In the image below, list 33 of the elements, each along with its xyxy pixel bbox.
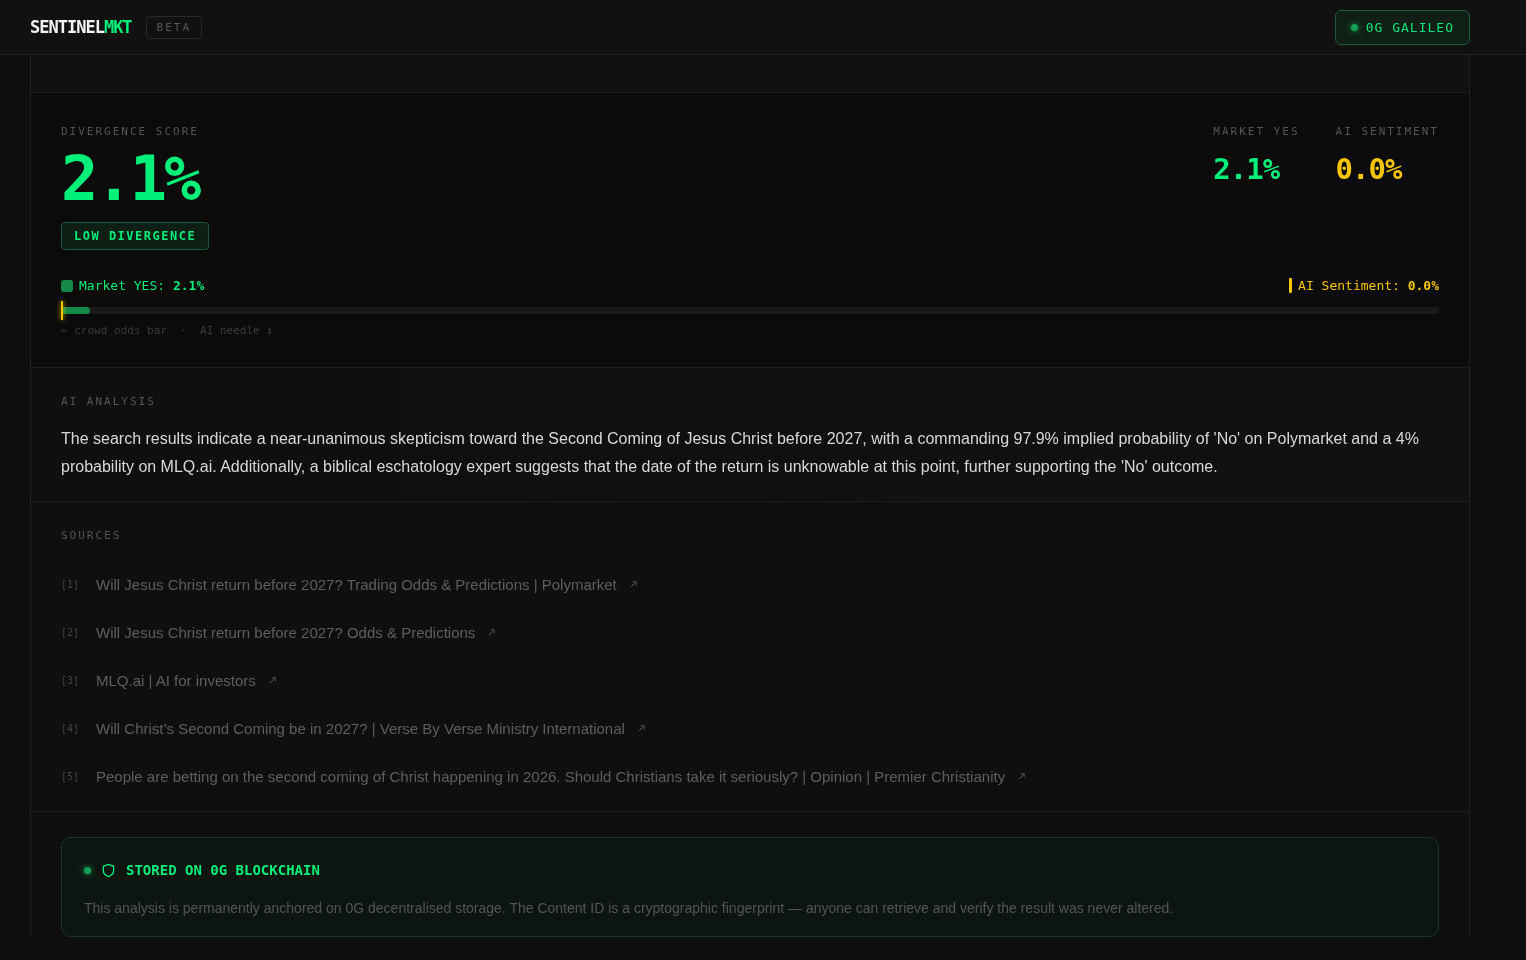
analysis-text: The search results indicate a near-unanimous skepticism toward the Second Coming of Jesus Christ before 2027, with a commanding 97.9% implied probability of 'No' on Polymarket and a 4% probability on MLQ.ai. Additionally, a biblical eschatology expert suggests that the date of the return is unknowable at this point, further supporting the 'No' outcome. [61,429,1420,477]
market-legend-icon [61,279,73,292]
external-link-icon [487,628,497,637]
logo[interactable]: SENTINELMKT [30,17,132,37]
stat-label: AI SENTIMENT [1335,125,1439,138]
stat-label: MARKET YES [1213,125,1300,138]
ai-legend: AI Sentiment: 0.0% [1298,278,1439,293]
network-name: 0G GALILEO [1365,19,1454,35]
stat-value: 2.1% [1213,152,1281,186]
status-dot-icon [1350,23,1358,31]
storage-text: This analysis is permanently anchored on 0G decentralised storage. The Content ID is a cryptographic fingerprint — anyone can retrieve and verify the result was never altered. [84,900,1175,916]
divergence-score: 2.1% [61,148,201,210]
external-link-icon [636,724,646,733]
source-link[interactable]: Will Christ’s Second Coming be in 2027? | Verse By Verse Ministry International [96,720,625,737]
source-link[interactable]: MLQ.ai | AI for investors [96,672,256,689]
source-link[interactable]: Will Jesus Christ return before 2027? Trading Odds & Predictions | Polymarket [96,576,617,593]
status-dot-icon [84,866,91,874]
market-legend: Market YES: 2.1% [79,278,205,293]
external-link-icon [628,580,638,589]
source-link[interactable]: Will Jesus Christ return before 2027? Odds & Predictions [96,624,476,641]
stat-value: 0.0% [1335,152,1403,186]
beta-badge: BETA [145,15,203,39]
section-label: SOURCES [61,529,123,542]
network-badge[interactable]: 0G GALILEO [1334,9,1470,45]
external-link-icon [267,676,277,685]
ai-legend-icon [1289,278,1293,293]
source-link[interactable]: People are betting on the second coming of Christ happening in 2026. Should Christians take it seriously? | Opinion | Premier Christianity [96,768,1006,785]
shield-icon [101,862,116,878]
section-label: DIVERGENCE SCORE [61,125,200,138]
external-link-icon [1017,772,1027,781]
divergence-tag: LOW DIVERGENCE [61,222,210,250]
storage-title: STORED ON 0G BLOCKCHAIN [126,862,320,878]
section-label: AI ANALYSIS [61,395,157,408]
